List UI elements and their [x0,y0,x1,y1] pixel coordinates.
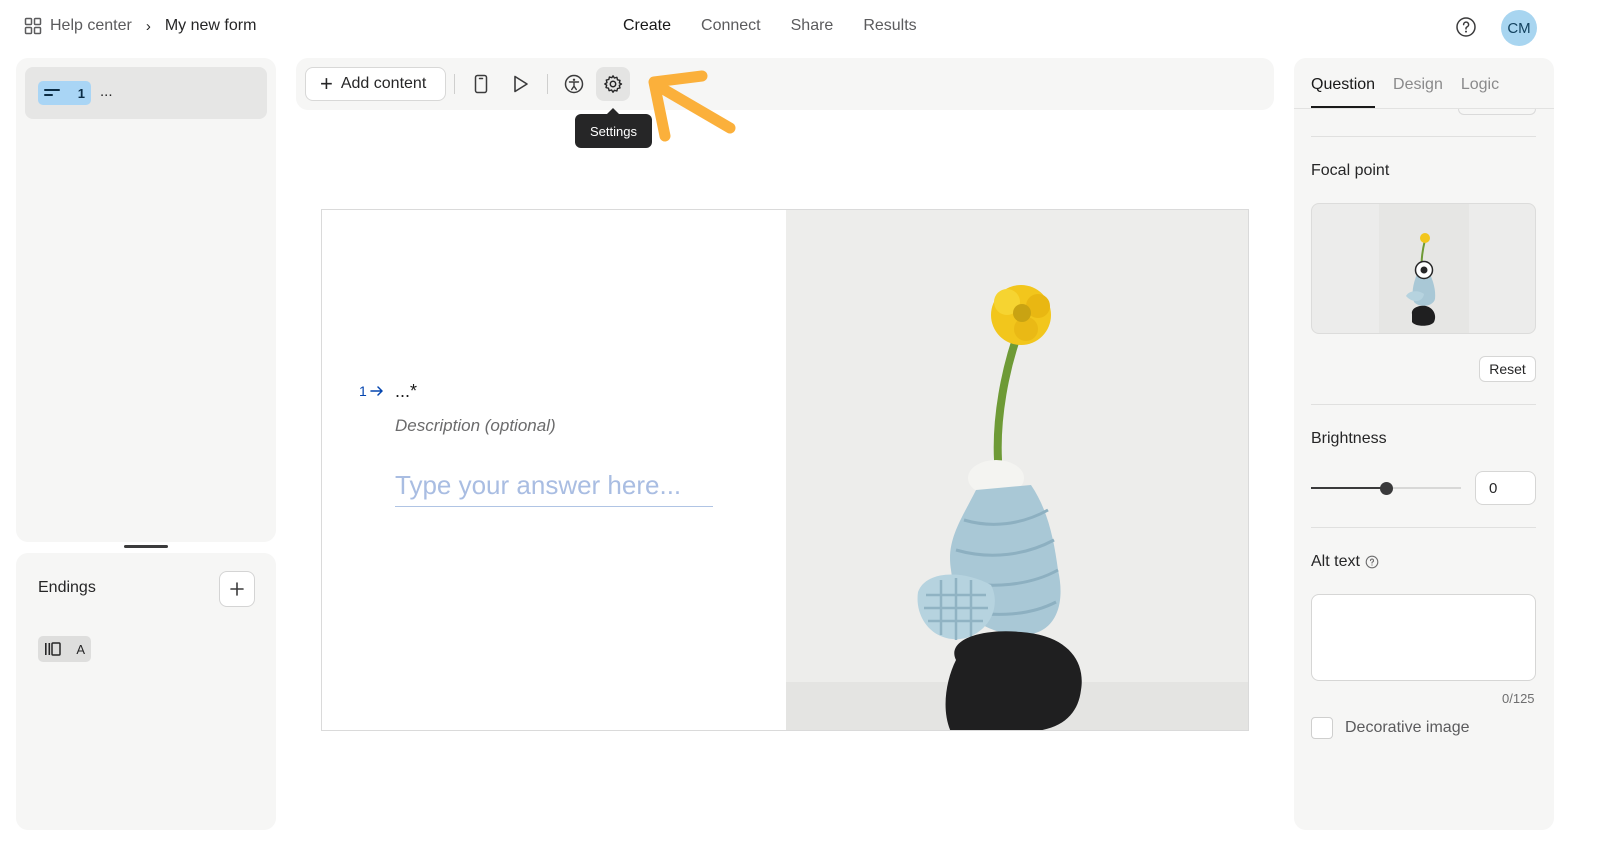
chevron-right-icon: › [145,17,151,35]
ending-item[interactable]: A [38,636,91,662]
grid-icon[interactable] [24,17,42,35]
nav-results[interactable]: Results [863,17,916,35]
short-text-icon [44,89,60,96]
brightness-input[interactable]: 0 [1475,471,1536,505]
info-icon[interactable] [1365,555,1379,569]
focal-point-picker[interactable] [1311,203,1536,334]
section-divider [1311,404,1536,405]
question-list-item[interactable]: 1 ... [25,67,267,119]
endings-title: Endings [38,579,96,596]
play-icon [514,75,528,93]
section-divider [1311,527,1536,528]
question-circle-icon[interactable] [1455,16,1477,38]
annotation-arrow-icon [648,70,736,142]
decorative-image-checkbox[interactable] [1311,717,1333,739]
plus-icon: + [320,71,333,96]
add-content-label: Add content [340,75,427,92]
arrow-right-icon [370,386,383,396]
editor-toolbar: + Add content [296,58,1274,110]
properties-panel: Question Design Logic Focal point Reset … [1294,58,1554,830]
decorative-image-label: Decorative image [1345,719,1470,736]
panel-resize-handle[interactable] [124,545,168,548]
main-nav: Create Connect Share Results [623,17,917,35]
nav-connect[interactable]: Connect [701,17,761,35]
properties-tabs: Question Design Logic [1311,76,1499,108]
brightness-slider-knob[interactable] [1379,482,1393,495]
settings-button[interactable] [596,67,630,101]
add-content-button[interactable]: + Add content [305,67,446,101]
question-number-indicator: 1 [359,383,384,399]
alt-text-label: Alt text [1311,553,1360,570]
question-image[interactable] [786,210,1248,730]
reset-focal-point-button[interactable]: Reset [1479,356,1536,382]
flower-vase-image [786,210,1248,730]
brightness-slider-fill [1311,487,1386,489]
question-description[interactable]: Description (optional) [395,416,556,436]
nav-share[interactable]: Share [791,17,834,35]
gear-icon [604,75,623,93]
avatar[interactable]: CM [1501,10,1537,46]
question-title[interactable]: ...* [395,381,417,402]
question-type-badge: 1 [38,81,91,105]
toolbar-divider [547,74,548,94]
mobile-preview-icon [474,74,488,94]
question-number: 1 [359,383,367,399]
form-preview-canvas: 1 ...* Description (optional) Type your … [321,209,1249,731]
alt-text-heading: Alt text [1311,553,1379,571]
preview-button[interactable] [504,67,538,101]
toolbar-divider [454,74,455,94]
focal-point-target-icon[interactable] [1414,260,1434,280]
answer-input[interactable]: Type your answer here... [395,465,713,507]
top-bar: Help center › My new form Create Connect… [0,0,1600,54]
brightness-label: Brightness [1311,430,1387,447]
scrolled-control [1458,109,1536,115]
tab-design[interactable]: Design [1393,76,1443,108]
alt-text-counter: 0/125 [1502,691,1535,706]
ending-label: A [76,641,85,657]
add-ending-button[interactable] [219,571,255,607]
question-number: 1 [77,85,85,101]
accessibility-icon [564,74,584,94]
question-list-label: ... [100,83,113,100]
focal-point-label: Focal point [1311,162,1390,179]
questions-panel: 1 ... [16,58,276,542]
accessibility-button[interactable] [557,67,591,101]
form-name[interactable]: My new form [165,17,257,35]
alt-text-input[interactable] [1311,594,1536,681]
tab-question[interactable]: Question [1311,76,1376,108]
decorative-image-option[interactable]: Decorative image [1311,717,1470,739]
tab-logic[interactable]: Logic [1461,76,1499,108]
ending-icon [45,642,61,656]
breadcrumb: Help center › My new form [24,17,256,35]
nav-create[interactable]: Create [623,17,671,35]
plus-icon [230,582,244,596]
breadcrumb-home-link[interactable]: Help center [50,17,132,35]
mobile-preview-button[interactable] [464,67,498,101]
section-divider [1311,136,1536,137]
endings-panel: Endings A [16,553,276,830]
